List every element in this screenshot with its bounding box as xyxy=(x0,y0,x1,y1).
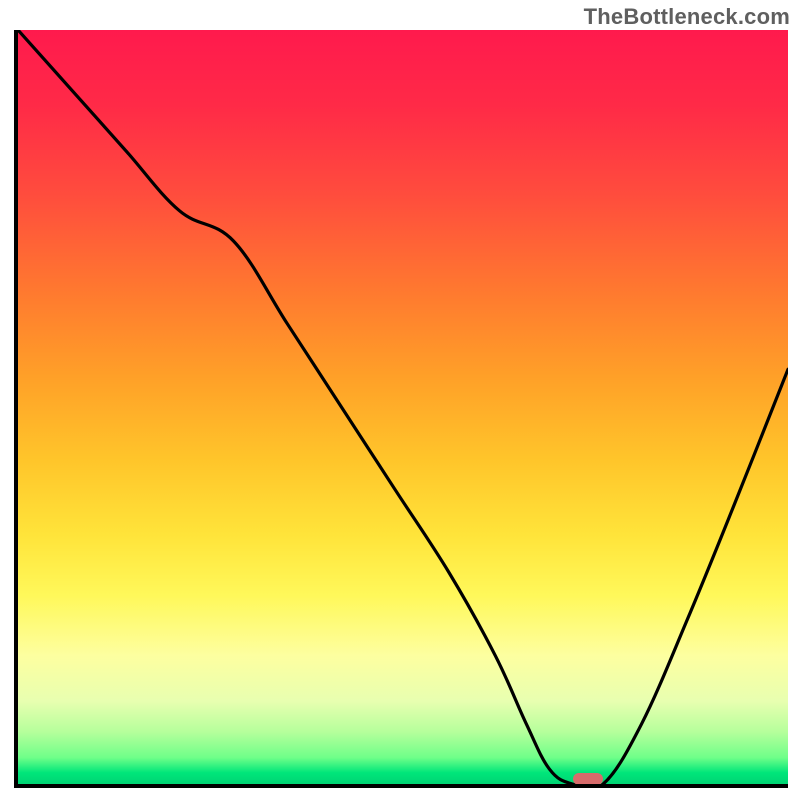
optimal-marker xyxy=(573,773,603,785)
plot-area xyxy=(14,30,788,788)
watermark-text: TheBottleneck.com xyxy=(584,4,790,30)
bottleneck-curve xyxy=(18,30,788,784)
curve-path xyxy=(18,30,788,784)
chart-frame: TheBottleneck.com xyxy=(0,0,800,800)
